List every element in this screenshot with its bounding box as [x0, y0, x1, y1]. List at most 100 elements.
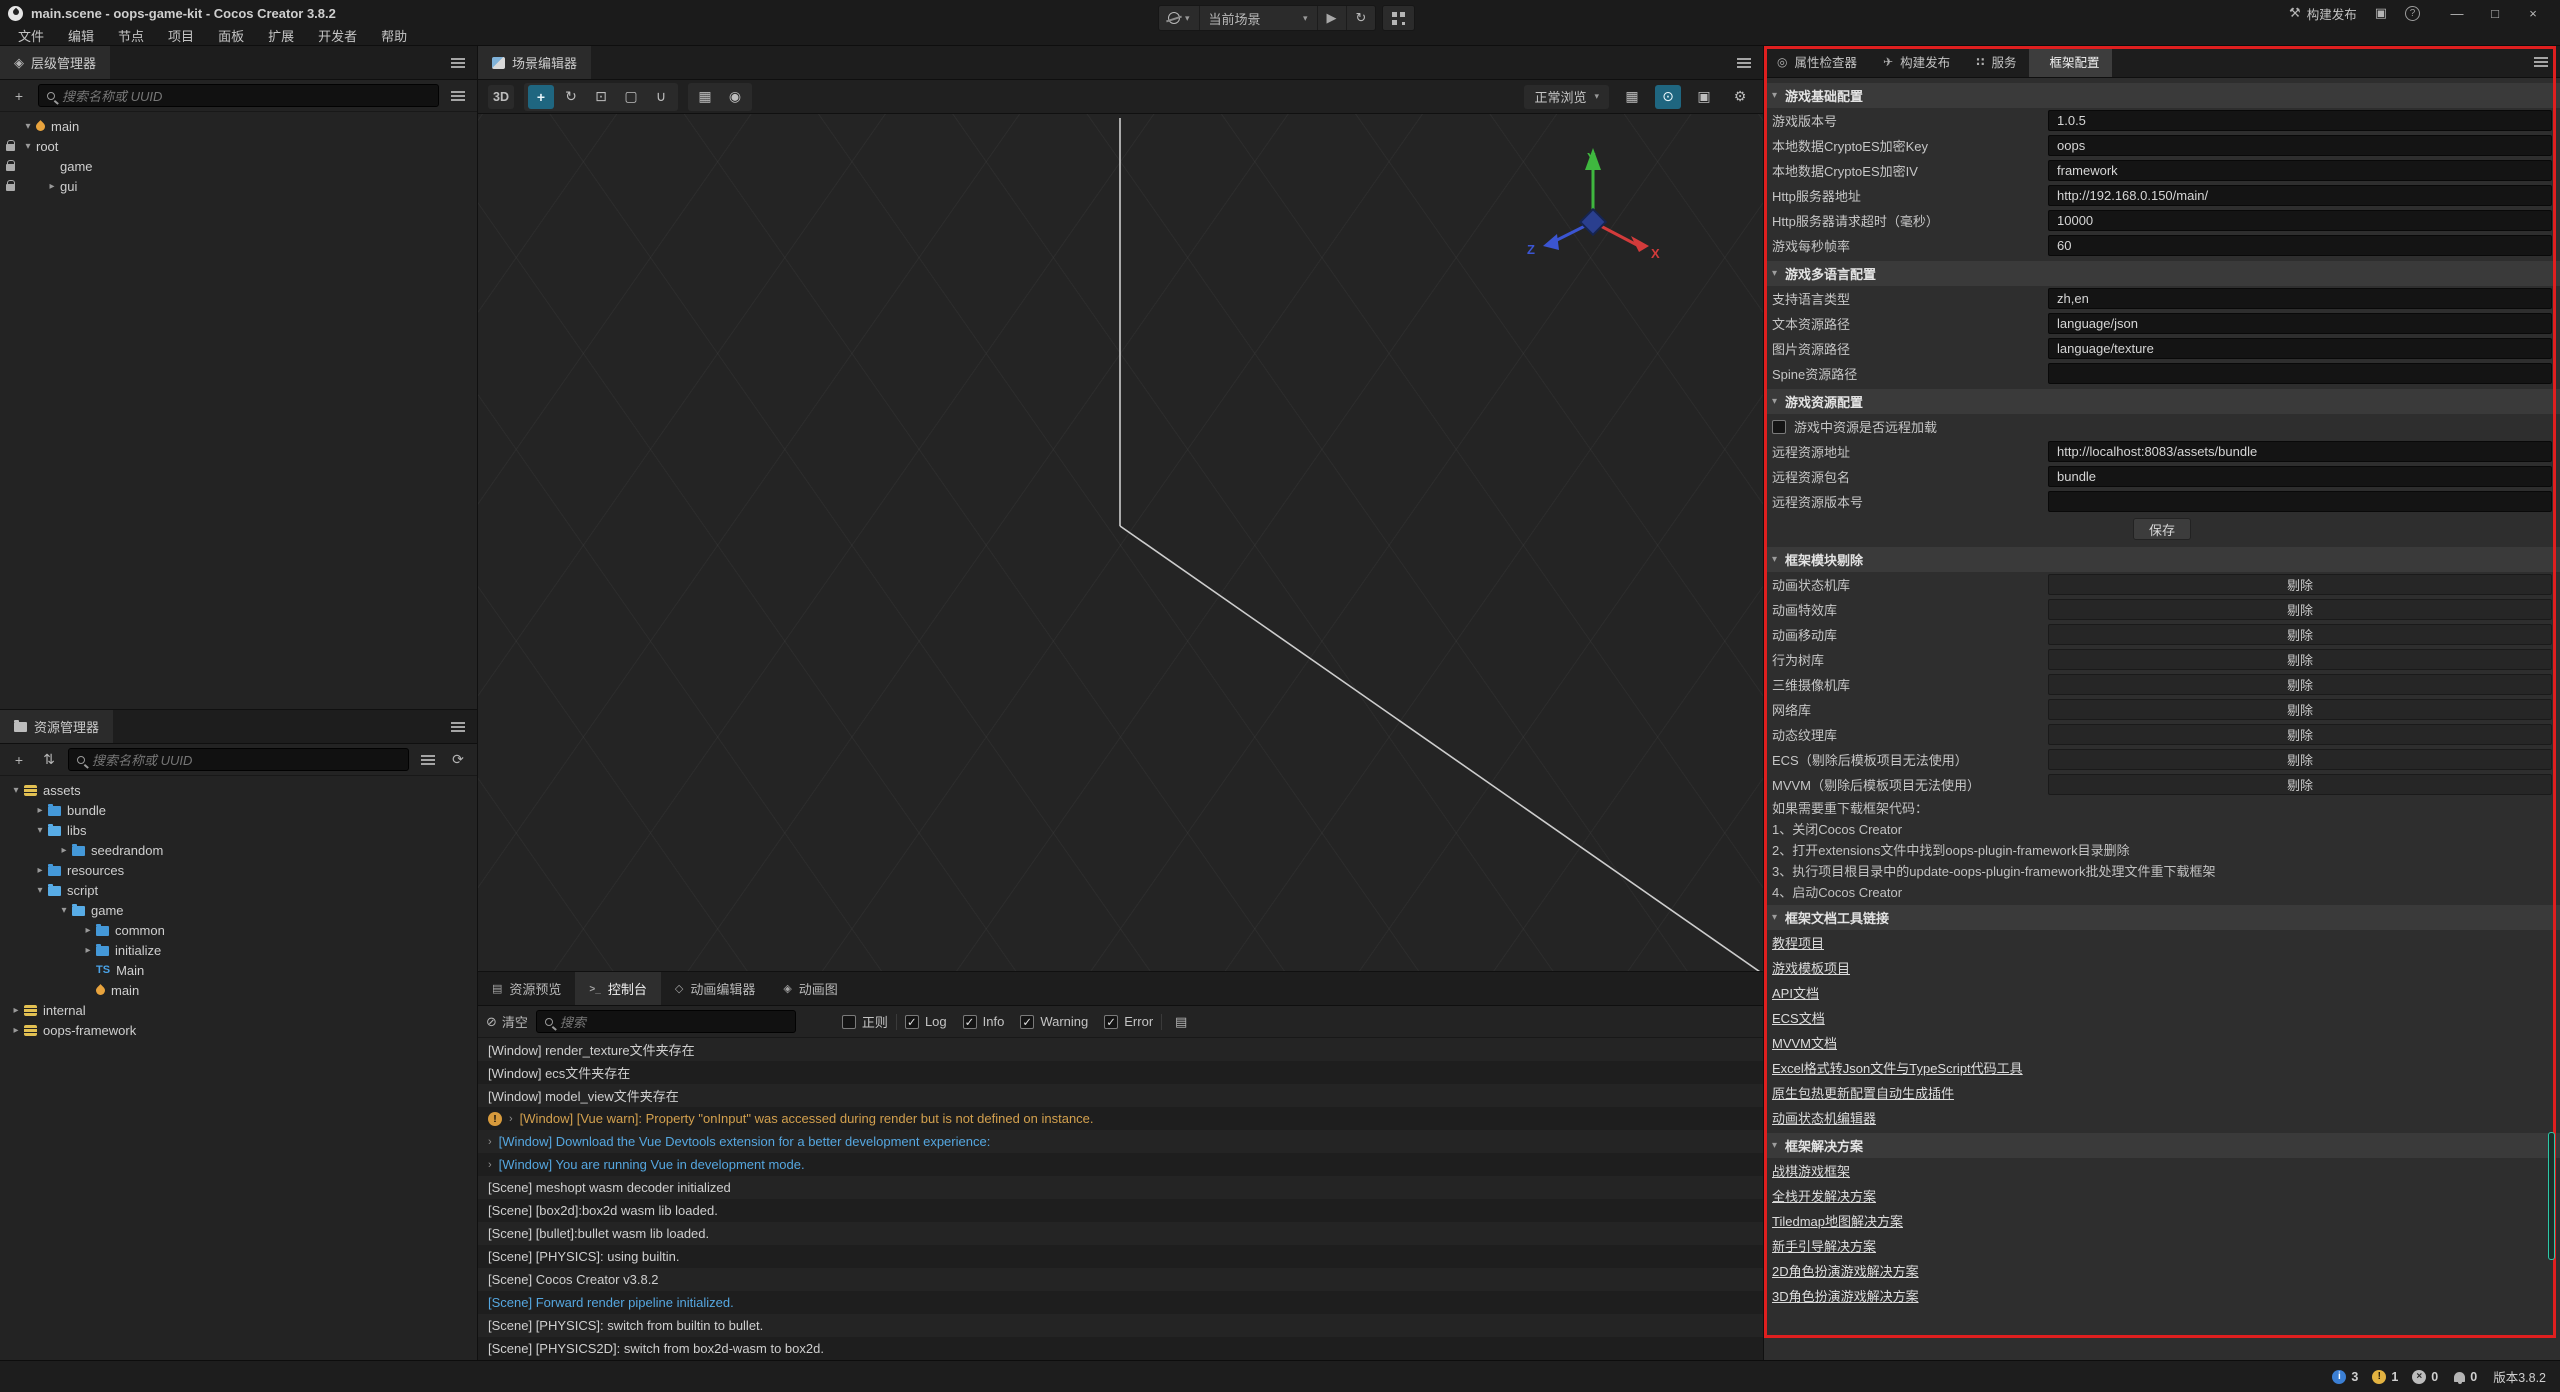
chevron-icon[interactable] [8, 1005, 24, 1016]
log-row[interactable]: ! › [Window] render_texture文件夹存在 [478, 1038, 1763, 1061]
section-language-config[interactable]: ▾ 游戏多语言配置 [1764, 261, 2560, 286]
grid-toggle-button[interactable]: ▦ [1619, 85, 1645, 109]
log-row[interactable]: ! › [Scene] [box2d]:box2d wasm lib loade… [478, 1199, 1763, 1222]
field-input[interactable]: http://localhost:8083/assets/bundle [2048, 441, 2552, 462]
assets-search-input[interactable]: 搜索名称或 UUID [68, 748, 409, 771]
log-row[interactable]: ! › [Window] model_view文件夹存在 [478, 1084, 1763, 1107]
hierarchy-filter-button[interactable] [447, 85, 469, 107]
menu-item[interactable]: 扩展 [256, 26, 306, 45]
inspector-menu-button[interactable] [2522, 46, 2560, 78]
mode-3d-button[interactable]: 3D [488, 85, 514, 109]
rect-tool-button[interactable]: ▢ [618, 85, 644, 109]
tree-node[interactable]: assets [0, 780, 477, 800]
tree-node[interactable]: libs [0, 820, 477, 840]
remove-module-button[interactable]: 剔除 [2048, 724, 2552, 745]
scene-select[interactable]: 当前场景 ▾ [1200, 6, 1318, 30]
section-doc-links[interactable]: ▾ 框架文档工具链接 [1764, 905, 2560, 930]
remove-module-button[interactable]: 剔除 [2048, 574, 2552, 595]
chevron-icon[interactable] [56, 905, 72, 916]
rotate-tool-button[interactable]: ↻ [558, 85, 584, 109]
regex-checkbox[interactable]: 正则 [842, 1012, 888, 1031]
remove-module-button[interactable]: 剔除 [2048, 749, 2552, 770]
field-input[interactable]: zh,en [2048, 288, 2552, 309]
tree-node[interactable]: game [0, 156, 477, 176]
sort-assets-button[interactable]: ⇅ [38, 749, 60, 771]
save-button[interactable]: 保存 [2133, 518, 2191, 540]
close-button[interactable]: × [2514, 0, 2552, 26]
expand-arrow-icon[interactable]: › [488, 1159, 492, 1171]
tree-node[interactable]: bundle [0, 800, 477, 820]
field-input[interactable] [2048, 363, 2552, 384]
section-resource-config[interactable]: ▾ 游戏资源配置 [1764, 389, 2560, 414]
move-tool-button[interactable]: + [528, 85, 554, 109]
tree-node[interactable]: main [0, 116, 477, 136]
field-input[interactable]: framework [2048, 160, 2552, 181]
solution-link[interactable]: 2D角色扮演游戏解决方案 [1772, 1261, 1919, 1280]
chevron-icon[interactable] [8, 785, 24, 796]
menu-item[interactable]: 编辑 [56, 26, 106, 45]
console-tab[interactable]: 动画编辑器 [661, 972, 769, 1005]
chevron-icon[interactable] [44, 181, 60, 192]
inspector-tab[interactable]: 框架配置 [2029, 46, 2112, 77]
maximize-button[interactable]: □ [2476, 0, 2514, 26]
field-input[interactable]: bundle [2048, 466, 2552, 487]
chevron-icon[interactable] [20, 121, 36, 132]
status-count[interactable]: 0 [2412, 1370, 2438, 1384]
doc-link[interactable]: 教程项目 [1772, 933, 1824, 952]
screenshot-icon[interactable]: ▣ [2375, 5, 2387, 21]
menu-item[interactable]: 开发者 [306, 26, 369, 45]
section-module-remove[interactable]: ▾ 框架模块剔除 [1764, 547, 2560, 572]
log-row[interactable]: ! › [Window] You are running Vue in deve… [478, 1153, 1763, 1176]
build-publish-button[interactable]: ⚒ 构建发布 [2289, 4, 2357, 23]
log-filter-checkbox[interactable]: Warning [1020, 1014, 1088, 1029]
reload-button[interactable]: ↻ [1347, 6, 1376, 30]
inspector-tab[interactable]: 属性检查器 [1764, 46, 1870, 77]
expand-arrow-icon[interactable]: › [509, 1113, 513, 1125]
doc-link[interactable]: 动画状态机编辑器 [1772, 1108, 1876, 1127]
remove-module-button[interactable]: 剔除 [2048, 649, 2552, 670]
inspector-tab[interactable]: 构建发布 [1870, 46, 1963, 77]
tree-node[interactable]: main [0, 980, 477, 1000]
play-button[interactable]: ▶ [1318, 6, 1347, 30]
log-row[interactable]: ! › [Window] [Vue warn]: Property "onInp… [478, 1107, 1763, 1130]
orientation-gizmo[interactable]: Y X Z [1513, 142, 1673, 292]
remove-module-button[interactable]: 剔除 [2048, 774, 2552, 795]
solution-link[interactable]: 3D角色扮演游戏解决方案 [1772, 1286, 1919, 1305]
chevron-icon[interactable] [8, 1025, 24, 1036]
remove-module-button[interactable]: 剔除 [2048, 699, 2552, 720]
menu-item[interactable]: 节点 [106, 26, 156, 45]
field-input[interactable]: language/texture [2048, 338, 2552, 359]
add-node-button[interactable]: + [8, 85, 30, 107]
log-filter-checkbox[interactable]: Error [1104, 1014, 1153, 1029]
remove-module-button[interactable]: 剔除 [2048, 674, 2552, 695]
scale-tool-button[interactable]: ⊡ [588, 85, 614, 109]
tree-node[interactable]: game [0, 900, 477, 920]
field-input[interactable] [2048, 491, 2552, 512]
tree-node[interactable]: Main [0, 960, 477, 980]
expand-arrow-icon[interactable]: › [488, 1136, 492, 1148]
solution-link[interactable]: 新手引导解决方案 [1772, 1236, 1876, 1255]
tree-node[interactable]: resources [0, 860, 477, 880]
console-tab[interactable]: 动画图 [769, 972, 851, 1005]
section-solutions[interactable]: ▾ 框架解决方案 [1764, 1133, 2560, 1158]
chevron-icon[interactable] [32, 865, 48, 876]
hierarchy-search-input[interactable]: 搜索名称或 UUID [38, 84, 439, 107]
inspector-scrollbar-thumb[interactable] [2548, 1132, 2555, 1260]
platform-select[interactable]: ▾ [1159, 6, 1200, 30]
solution-link[interactable]: 全栈开发解决方案 [1772, 1186, 1876, 1205]
tab-hierarchy[interactable]: ◈ 层级管理器 [0, 46, 110, 79]
doc-link[interactable]: API文档 [1772, 983, 1819, 1002]
tab-scene-editor[interactable]: 场景编辑器 [478, 46, 591, 79]
log-row[interactable]: ! › [Window] ecs文件夹存在 [478, 1061, 1763, 1084]
tree-node[interactable]: internal [0, 1000, 477, 1020]
field-input[interactable]: http://192.168.0.150/main/ [2048, 185, 2552, 206]
preview-qr-button[interactable] [1383, 6, 1414, 30]
doc-link[interactable]: 游戏模板项目 [1772, 958, 1850, 977]
log-row[interactable]: ! › [Scene] [PHYSICS2D]: switch from box… [478, 1337, 1763, 1360]
doc-link[interactable]: Excel格式转Json文件与TypeScript代码工具 [1772, 1058, 2023, 1077]
log-detail-button[interactable]: ▤ [1170, 1011, 1192, 1033]
scene-settings-button[interactable]: ⚙ [1727, 85, 1753, 109]
console-search-input[interactable]: 搜索 [536, 1010, 796, 1033]
menu-item[interactable]: 项目 [156, 26, 206, 45]
lighting-toggle-button[interactable]: ⊙ [1655, 85, 1681, 109]
